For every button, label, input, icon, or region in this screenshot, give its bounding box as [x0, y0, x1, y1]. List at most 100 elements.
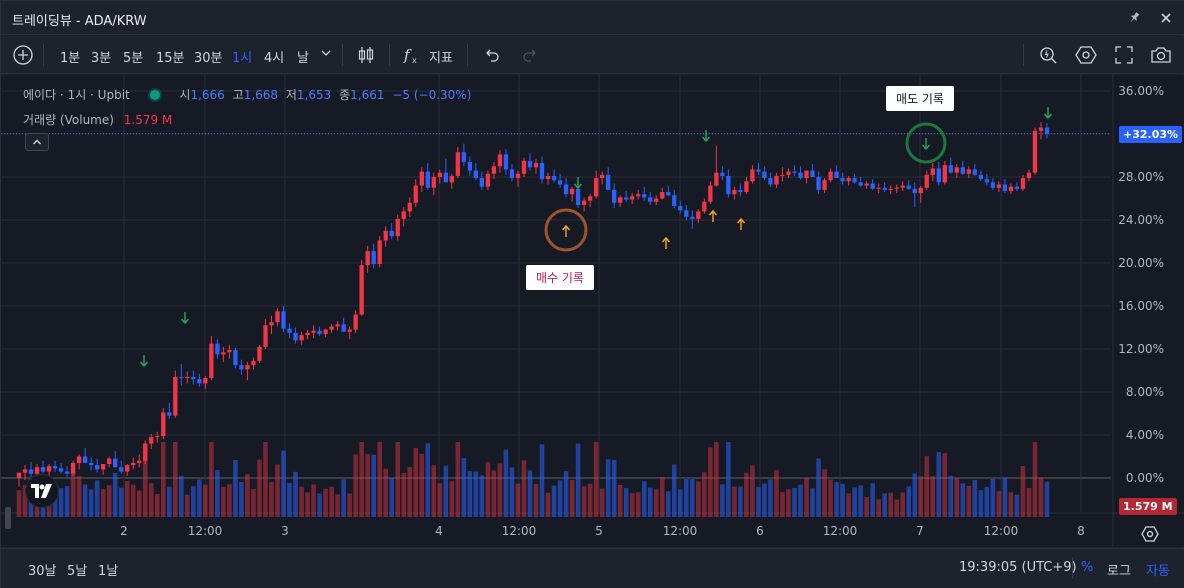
candle-body [149, 437, 154, 444]
volume-bar [383, 468, 388, 517]
bottom-bar: 30날 5날 1날 19:39:05 (UTC+9) % 로그 자동 [1, 548, 1184, 588]
volume-bar [678, 489, 683, 517]
volume-bar [834, 482, 839, 517]
interval-30m[interactable]: 30분 [194, 47, 223, 66]
indicators-fx-icon[interactable]: fx [401, 44, 423, 66]
candle-body [948, 165, 953, 173]
last-price-tag: +32.03% [1119, 126, 1183, 143]
price-axis-label: 28.00% [1118, 170, 1164, 184]
volume-bar [16, 490, 22, 517]
candle-body [143, 443, 148, 461]
candle-body [389, 230, 394, 237]
volume-bar [485, 462, 491, 517]
volume-bar [858, 485, 863, 517]
time-axis-label: 2 [120, 524, 128, 538]
collapse-legend-button[interactable] [25, 133, 49, 151]
candle-body [461, 152, 467, 162]
toolbar-divider [467, 44, 468, 66]
volume-bar [659, 477, 665, 517]
volume-label[interactable]: 거래량 (Volume) [23, 113, 114, 127]
volume-bar [239, 482, 244, 517]
pin-icon[interactable] [1125, 9, 1143, 27]
volume-bar [870, 483, 875, 517]
volume-bar [425, 443, 431, 517]
range-1d[interactable]: 1날 [98, 560, 118, 579]
chevron-up-icon [33, 139, 41, 145]
redo-icon[interactable] [519, 44, 541, 66]
time-axis-label: 4 [435, 524, 443, 538]
chevron-down-icon[interactable] [318, 45, 334, 61]
candle-body [215, 343, 220, 355]
candle-body [28, 469, 34, 474]
indicators-button[interactable]: 지표 [429, 47, 453, 66]
volume-bar [942, 453, 948, 517]
settings-hex-icon[interactable] [1075, 44, 1097, 66]
volume-bar [1008, 492, 1014, 517]
toolbar-divider [342, 44, 343, 66]
volume-bar [966, 485, 972, 517]
time-axis-label: 3 [281, 524, 289, 538]
candle-body [233, 350, 238, 366]
candle-body [64, 471, 70, 474]
range-5d[interactable]: 5날 [67, 560, 87, 579]
volume-bar [275, 464, 280, 517]
volume-bar [569, 480, 575, 517]
candle-body [401, 211, 406, 219]
candle-body [299, 335, 304, 341]
interval-1h[interactable]: 1시 [232, 47, 252, 66]
interval-5m[interactable]: 5분 [123, 47, 143, 66]
symbol-info[interactable]: 에이다 · 1시 · Upbit [23, 88, 130, 102]
volume-bar [106, 485, 112, 517]
clock-timezone[interactable]: 19:39:05 (UTC+9) [959, 560, 1077, 575]
time-axis-label: 12:00 [823, 524, 858, 538]
candle-body [624, 197, 629, 200]
quick-search-icon[interactable] [1037, 44, 1059, 66]
log-scale-toggle[interactable]: 로그 [1107, 560, 1131, 579]
top-toolbar: 1분 3분 5분 15분 30분 1시 4시 날 fx 지표 [1, 36, 1184, 74]
volume-bar [708, 447, 713, 517]
time-axis-label: 12:00 [502, 524, 537, 538]
camera-icon[interactable] [1150, 44, 1172, 66]
volume-bar [798, 484, 803, 517]
percent-scale-toggle[interactable]: % [1081, 560, 1093, 575]
tradingview-logo[interactable] [25, 474, 59, 508]
candles-icon[interactable] [355, 44, 377, 66]
close-icon[interactable] [1157, 9, 1175, 27]
range-30d[interactable]: 30날 [28, 560, 57, 579]
candle-body [251, 360, 256, 366]
volume-bar [461, 458, 467, 517]
price-chart[interactable]: 36.00%32.00%28.00%24.00%20.00%16.00%12.0… [1, 75, 1184, 547]
price-axis-label: 36.00% [1118, 84, 1164, 98]
candle-body [425, 171, 430, 188]
svg-text:f: f [403, 46, 412, 64]
buy-record-label[interactable]: 매수 기록 [526, 265, 594, 290]
volume-bar [281, 450, 286, 517]
volume-bar [876, 499, 881, 517]
volume-bar [287, 483, 292, 517]
volume-bar [1002, 477, 1008, 517]
volume-bar [533, 484, 539, 517]
chart-pane[interactable]: 36.00%32.00%28.00%24.00%20.00%16.00%12.0… [1, 75, 1184, 547]
candle-body [119, 467, 124, 472]
interval-3m[interactable]: 3분 [91, 47, 111, 66]
plus-circle-icon[interactable] [12, 44, 34, 66]
auto-scale-toggle[interactable]: 자동 [1146, 560, 1170, 579]
candle-body [605, 174, 611, 190]
interval-4h[interactable]: 4시 [264, 47, 284, 66]
sell-record-label[interactable]: 매도 기록 [886, 86, 954, 111]
volume-bar [311, 484, 316, 517]
candle-body [40, 467, 46, 472]
volume-bar [401, 472, 407, 517]
volume-bar [491, 470, 497, 517]
candle-body [708, 185, 713, 202]
candle-body [431, 177, 436, 188]
volume-bar [58, 488, 64, 517]
interval-1d[interactable]: 날 [297, 47, 309, 66]
volume-bar [1044, 481, 1050, 517]
fullscreen-icon[interactable] [1113, 44, 1135, 66]
volume-bar [76, 476, 82, 517]
interval-1m[interactable]: 1분 [60, 47, 80, 66]
undo-icon[interactable] [481, 44, 503, 66]
candle-body [52, 466, 58, 469]
interval-15m[interactable]: 15분 [156, 47, 185, 66]
